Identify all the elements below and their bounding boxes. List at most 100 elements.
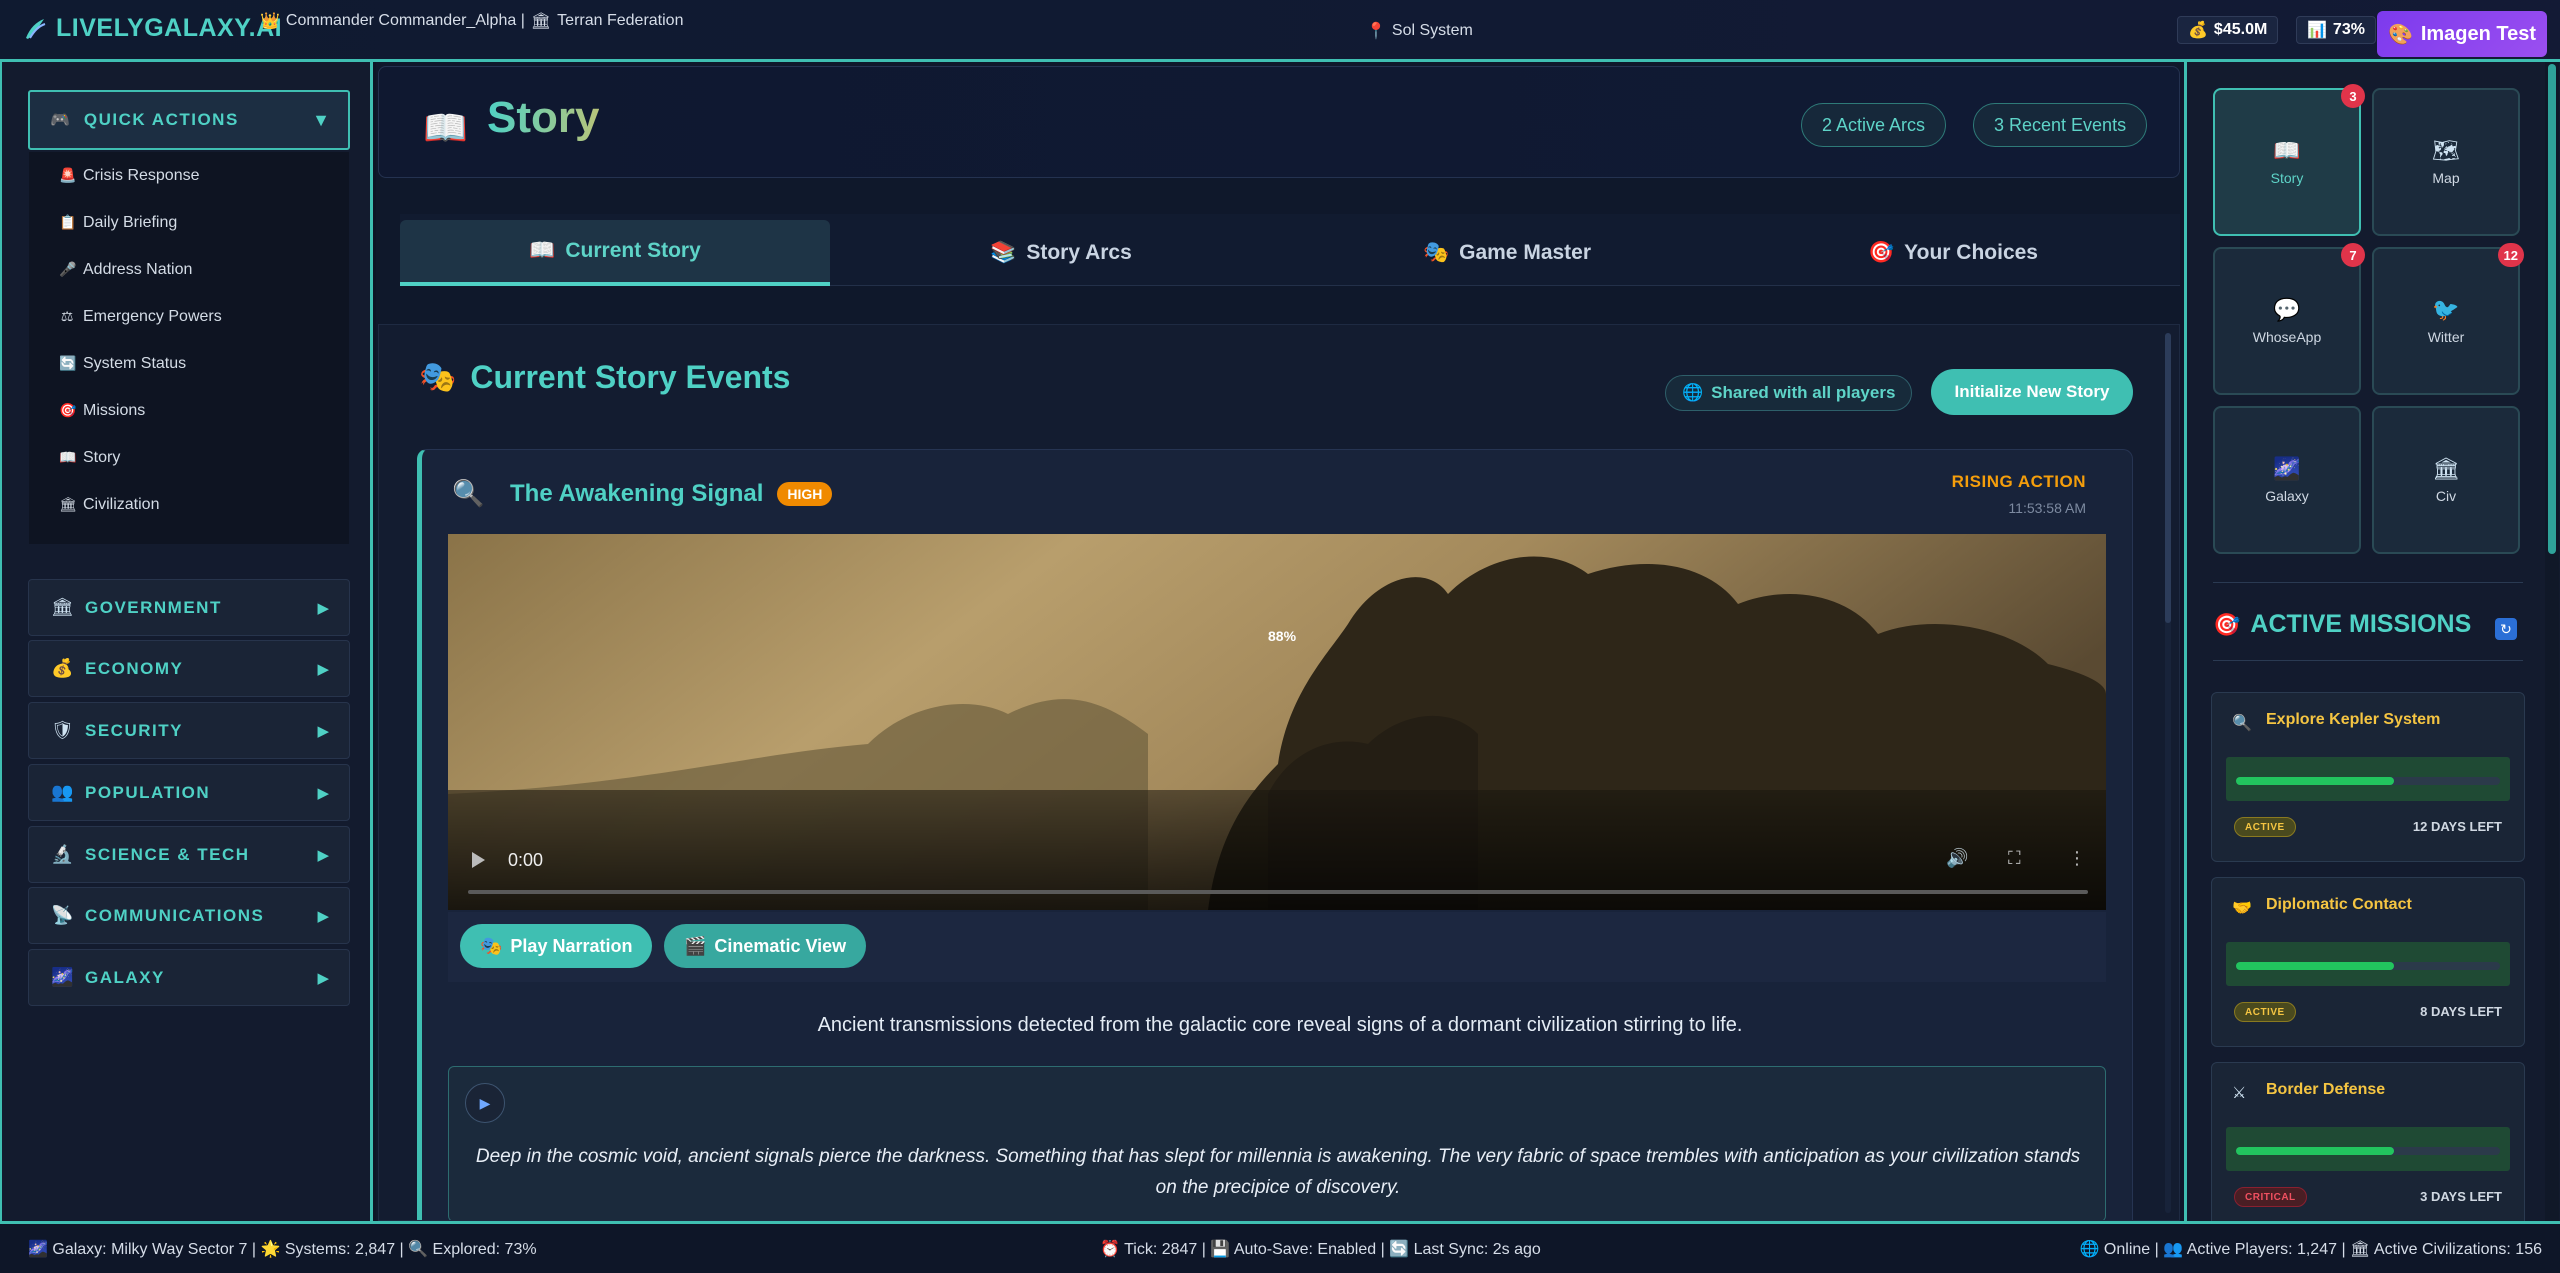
category-communications[interactable]: 📡 COMMUNICATIONS ▶	[28, 887, 350, 944]
initialize-story-button[interactable]: Initialize New Story	[1931, 369, 2133, 415]
tile-civ[interactable]: 🏛 Civ	[2372, 406, 2520, 554]
quick-action-address-nation[interactable]: 🎤 Address Nation	[29, 246, 349, 293]
quick-actions-toggle[interactable]: 🎮 QUICK ACTIONS ▼	[28, 90, 350, 150]
tile-label: Witter	[2427, 329, 2465, 345]
refresh-icon: 🔄	[59, 355, 77, 371]
tile-story[interactable]: 📖 Story 3	[2213, 84, 2365, 236]
missions-title: ACTIVE MISSIONS	[2250, 610, 2472, 638]
caret-right-icon: ▶	[317, 722, 329, 740]
mission-card[interactable]: 🤝 Diplomatic Contact ACTIVE 8 DAYS LEFT	[2211, 877, 2525, 1047]
building-icon: 🏛	[2350, 1241, 2371, 1258]
recent-events-pill[interactable]: 3 Recent Events	[1973, 103, 2148, 147]
video-time: 0:00	[508, 850, 544, 870]
galaxy-sector: Galaxy: Milky Way Sector 7 |	[52, 1241, 261, 1258]
online-status: Online |	[2103, 1241, 2164, 1258]
quick-actions-list: 🚨 Crisis Response 📋 Daily Briefing 🎤 Add…	[29, 152, 349, 544]
tile-label: WhoseApp	[2252, 329, 2322, 345]
notification-badge: 12	[2497, 243, 2524, 267]
right-panel-scrollbar-thumb[interactable]	[2548, 64, 2556, 554]
narrative-text: Deep in the cosmic void, ancient signals…	[475, 1146, 2081, 1198]
tab-your-choices[interactable]: 🎯 Your Choices	[1738, 220, 2168, 286]
event-video-player[interactable]: 88% 0:00 🔊 ⛶ ⋮	[448, 534, 2106, 910]
story-tabs: 📖 Current Story 📚 Story Arcs 🎭 Game Mast…	[400, 214, 2180, 286]
fullscreen-icon[interactable]: ⛶	[2008, 848, 2021, 869]
quick-action-system-status[interactable]: 🔄 System Status	[29, 340, 349, 387]
people-icon: 👥	[2163, 1241, 2184, 1258]
quick-action-story[interactable]: 📖 Story	[29, 434, 349, 481]
shared-label: Shared with all players	[1711, 383, 1896, 402]
tab-game-master[interactable]: 🎭 Game Master	[1292, 220, 1722, 286]
category-label: POPULATION	[85, 782, 211, 802]
tab-current-story[interactable]: 📖 Current Story	[400, 220, 830, 286]
notification-badge: 7	[2341, 243, 2365, 267]
category-science-tech[interactable]: 🔬 SCIENCE & TECH ▶	[28, 826, 350, 883]
quick-action-daily-briefing[interactable]: 📋 Daily Briefing	[29, 199, 349, 246]
quick-action-label: System Status	[83, 354, 187, 372]
refresh-missions-icon[interactable]: ↻	[2495, 618, 2517, 640]
mission-name: Diplomatic Contact	[2266, 896, 2412, 913]
tab-story-arcs[interactable]: 📚 Story Arcs	[846, 220, 1276, 286]
crossed-swords-icon: ⚔	[2232, 1085, 2247, 1102]
quick-action-crisis-response[interactable]: 🚨 Crisis Response	[29, 152, 349, 199]
story-event-card: 🔍 The Awakening Signal HIGH RISING ACTIO…	[417, 449, 2133, 1220]
quick-action-civilization[interactable]: 🏛 Civilization	[29, 481, 349, 528]
category-population[interactable]: 👥 POPULATION ▶	[28, 764, 350, 821]
mission-card[interactable]: ⚔ Border Defense CRITICAL 3 DAYS LEFT	[2211, 1062, 2525, 1232]
handshake-icon: 🤝	[2232, 900, 2252, 917]
tab-label: Story Arcs	[1026, 241, 1132, 264]
category-economy[interactable]: 💰 ECONOMY ▶	[28, 640, 350, 697]
tick-count: Tick: 2847 |	[1124, 1241, 1211, 1258]
microscope-icon: 🔬	[51, 844, 74, 864]
tile-galaxy[interactable]: 🌌 Galaxy	[2213, 406, 2361, 554]
active-arcs-pill[interactable]: 2 Active Arcs	[1801, 103, 1947, 147]
siren-icon: 🚨	[59, 167, 77, 183]
category-galaxy[interactable]: 🌌 GALAXY ▶	[28, 949, 350, 1006]
play-narration-button[interactable]: 🎭 Play Narration	[460, 924, 653, 968]
category-label: GALAXY	[85, 967, 165, 987]
divider	[2213, 582, 2523, 583]
mission-card[interactable]: 🔍 Explore Kepler System ACTIVE 12 DAYS L…	[2211, 692, 2525, 862]
clapperboard-icon: 🎬	[684, 935, 707, 956]
tile-witter[interactable]: 🐦 Witter 12	[2372, 243, 2524, 395]
volume-icon[interactable]: 🔊	[1946, 848, 1968, 869]
category-government[interactable]: 🏛 GOVERNMENT ▶	[28, 579, 350, 636]
event-phase: RISING ACTION	[1951, 472, 2086, 491]
tile-map[interactable]: 🗺 Map	[2372, 88, 2520, 236]
content-scrollbar-thumb[interactable]	[2165, 333, 2171, 623]
active-players: Active Players: 1,247 |	[2186, 1241, 2351, 1258]
clipboard-icon: 📋	[59, 214, 77, 230]
quick-action-emergency-powers[interactable]: ⚖ Emergency Powers	[29, 293, 349, 340]
cinematic-view-button[interactable]: 🎬 Cinematic View	[664, 924, 867, 968]
play-icon[interactable]	[472, 852, 485, 868]
current-location: 📍 Sol System	[1366, 21, 1473, 41]
tile-whoseapp[interactable]: 💬 WhoseApp 7	[2213, 243, 2365, 395]
floppy-disk-icon: 💾	[1210, 1241, 1231, 1258]
caret-right-icon: ▶	[317, 599, 329, 617]
quick-action-label: Missions	[83, 401, 146, 419]
video-progress-bar[interactable]	[468, 890, 2088, 894]
target-icon: 🎯	[1868, 241, 1895, 264]
mission-days-left: 8 DAYS LEFT	[2420, 1004, 2502, 1019]
magnifier-icon: 🔍	[2232, 715, 2252, 732]
main-content: 📖 Story 2 Active Arcs 3 Recent Events 📖 …	[376, 62, 2184, 1221]
tile-label: Galaxy	[2265, 488, 2309, 504]
magnifier-icon: 🔍	[452, 478, 485, 508]
book-icon: 📖	[59, 449, 77, 465]
category-label: SECURITY	[85, 720, 183, 740]
last-sync: Last Sync: 2s ago	[1413, 1241, 1541, 1258]
people-icon: 👥	[51, 782, 74, 802]
treasury-value: $45.0M	[2213, 21, 2268, 38]
galaxy-icon: 🌌	[51, 967, 74, 987]
autosave-status: Auto-Save: Enabled |	[1233, 1241, 1390, 1258]
play-narrative-icon[interactable]: ▶	[465, 1083, 505, 1123]
play-narration-label: Play Narration	[510, 935, 633, 956]
gamepad-icon: 🎮	[50, 112, 70, 129]
more-options-icon[interactable]: ⋮	[2068, 848, 2086, 869]
category-security[interactable]: 🛡 SECURITY ▶	[28, 702, 350, 759]
magnifier-icon: 🔍	[408, 1241, 429, 1258]
imagen-test-button[interactable]: 🎨 Imagen Test	[2377, 11, 2547, 57]
tab-label: Your Choices	[1904, 241, 2038, 264]
quick-action-missions[interactable]: 🎯 Missions	[29, 387, 349, 434]
category-label: SCIENCE & TECH	[85, 844, 250, 864]
brand[interactable]: LIVELYGALAXY.AI	[22, 14, 282, 43]
